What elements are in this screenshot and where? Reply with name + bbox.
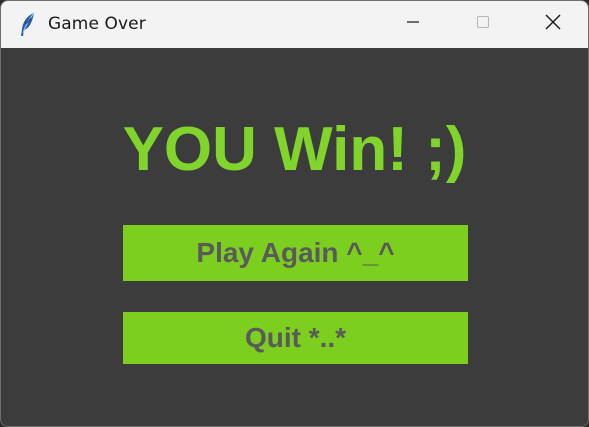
quit-button[interactable]: Quit *..* [123,312,468,364]
quit-label: Quit *..* [244,322,347,353]
play-again-button[interactable]: Play Again ^_^ [123,225,468,281]
close-icon [544,13,562,36]
feather-icon [17,12,39,38]
window-content: YOU Win! ;) Play Again ^_^ Quit *..* [1,48,588,426]
window-title: Game Over [48,14,146,34]
maximize-icon [475,14,491,35]
title-bar[interactable]: Game Over [1,1,588,48]
close-button[interactable] [518,1,588,48]
game-over-window: Game Over YOU Win! ;) Play Again ^_^ Qui… [0,0,589,427]
play-again-label: Play Again ^_^ [196,237,395,268]
minimize-icon [405,14,421,35]
maximize-button[interactable] [448,1,518,48]
result-headline: YOU Win! ;) [122,115,467,184]
minimize-button[interactable] [378,1,448,48]
